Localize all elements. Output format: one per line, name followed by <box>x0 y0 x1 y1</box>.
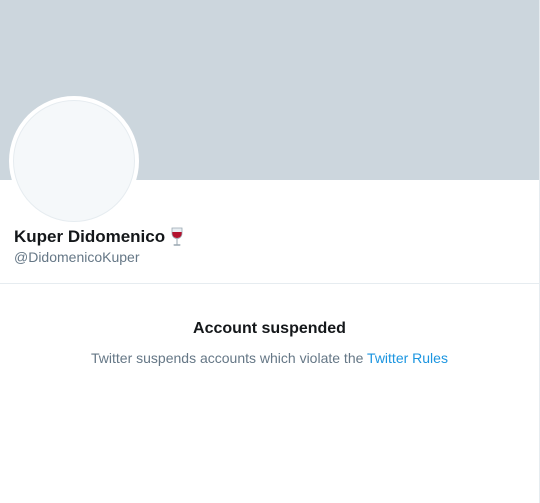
suspended-title: Account suspended <box>193 320 346 337</box>
profile-name: Kuper Didomenico <box>14 227 166 246</box>
profile-page: Kuper Didomenico @DidomenicoKuper Accoun… <box>0 0 540 503</box>
avatar <box>13 100 135 222</box>
profile-name-row: Kuper Didomenico <box>14 227 184 247</box>
section-divider <box>0 283 539 284</box>
suspended-description: Twitter suspends accounts which violate … <box>0 350 539 366</box>
avatar-frame <box>9 96 139 226</box>
wine-glass-icon <box>170 227 184 247</box>
profile-handle: @DidomenicoKuper <box>14 249 140 265</box>
suspended-description-text: Twitter suspends accounts which violate … <box>91 350 364 366</box>
twitter-rules-link[interactable]: Twitter Rules <box>367 350 448 366</box>
